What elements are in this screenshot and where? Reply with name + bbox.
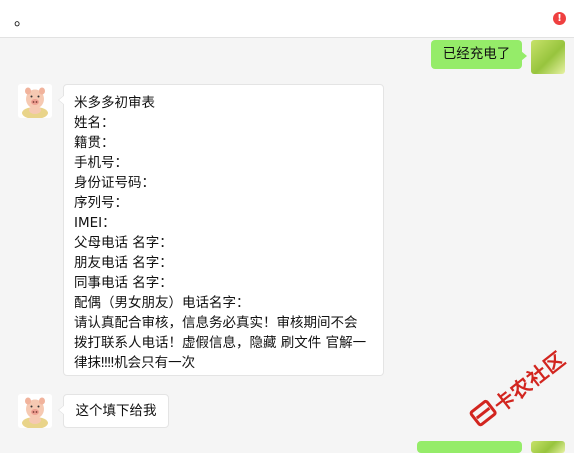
- message-line: 姓名：: [74, 115, 115, 131]
- message-line: 米多多初审表: [74, 95, 155, 111]
- message-text: 已经充电了: [442, 46, 511, 62]
- message-text: 这个填下给我: [75, 403, 157, 419]
- message-line: 配偶（男女朋友）电话名字：: [74, 295, 250, 311]
- pig-avatar-icon: [18, 84, 52, 118]
- my-avatar[interactable]: [531, 441, 565, 453]
- contact-avatar[interactable]: [18, 394, 52, 428]
- message-text: 。: [14, 10, 31, 29]
- message-line: 拨打联系人电话！虚假信息，隐藏 刷文件 官解一: [74, 335, 367, 351]
- watermark-logo: 卡农社区: [460, 342, 574, 451]
- message-line: 同事电话 名字：: [74, 275, 173, 291]
- partial-message-bubble[interactable]: 。 !: [0, 0, 574, 38]
- contact-avatar[interactable]: [18, 84, 52, 118]
- received-message-bubble[interactable]: 米多多初审表 姓名： 籍贯： 手机号： 身份证号码： 序列号： IMEI： 父母…: [58, 84, 384, 376]
- message-line: 父母电话 名字：: [74, 235, 173, 251]
- message-line: 律抹‼‼机会只有一次: [74, 355, 196, 371]
- watermark-text: 卡农社区: [489, 346, 571, 418]
- message-line: 序列号：: [74, 195, 128, 211]
- sent-message-bubble[interactable]: 已经充电了: [431, 40, 527, 69]
- warning-icon[interactable]: !: [553, 12, 566, 25]
- pig-avatar-icon: [18, 394, 52, 428]
- my-avatar[interactable]: [531, 40, 565, 74]
- message-line: 请认真配合审核，信息务必真实！审核期间不会: [74, 315, 358, 331]
- received-message-bubble[interactable]: 这个填下给我: [58, 394, 169, 428]
- message-line: 身份证号码：: [74, 175, 155, 191]
- message-line: 朋友电话 名字：: [74, 255, 173, 271]
- message-line: IMEI：: [74, 215, 116, 231]
- message-line: 手机号：: [74, 155, 128, 171]
- message-line: 籍贯：: [74, 135, 115, 151]
